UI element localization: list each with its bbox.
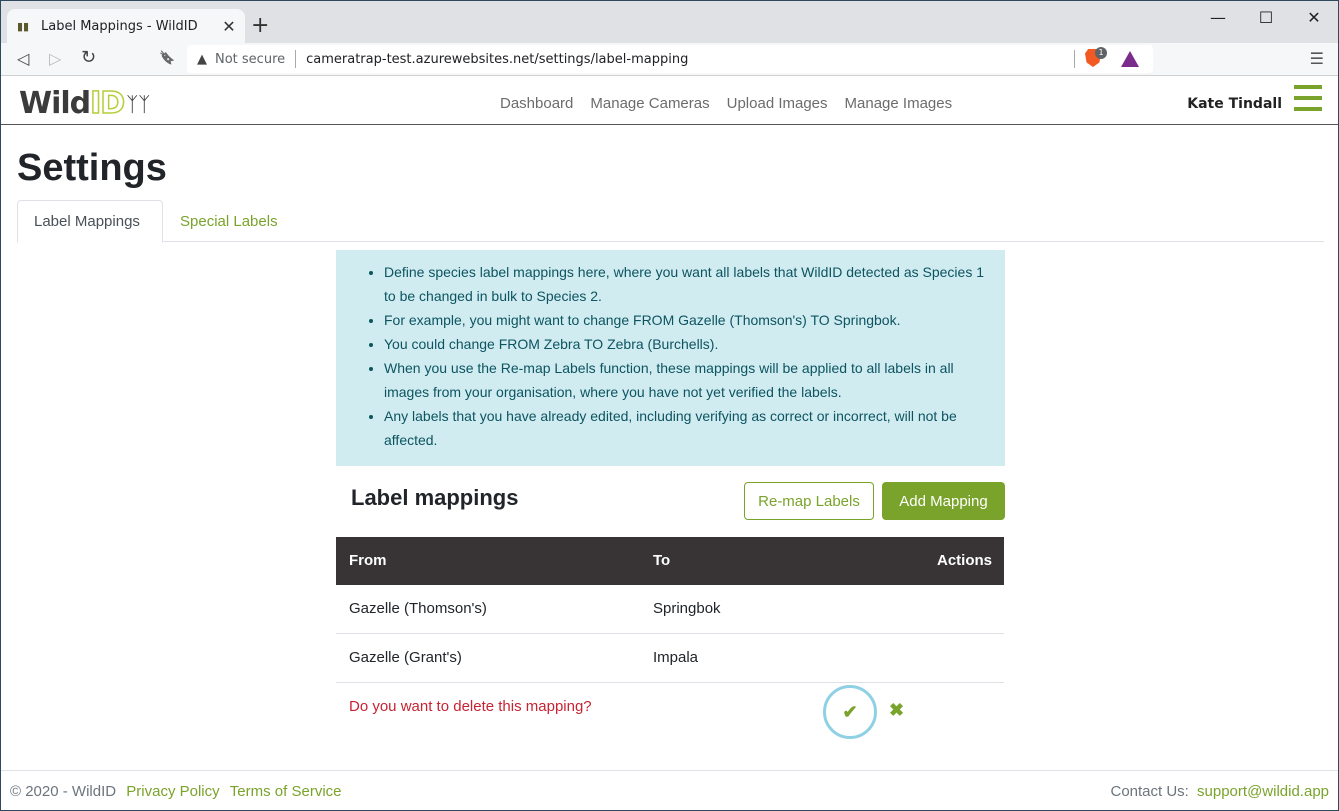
terms-of-service-link[interactable]: Terms of Service bbox=[230, 783, 342, 800]
browser-toolbar: ◁ ▷ ↻ 🔖 ▲ Not secure cameratrap-test.azu… bbox=[1, 43, 1338, 76]
info-item: When you use the Re-map Labels function,… bbox=[384, 356, 995, 404]
delete-confirm-row: Do you want to delete this mapping? ✔ ✖ bbox=[336, 683, 1004, 743]
maximize-button[interactable]: ☐ bbox=[1242, 1, 1290, 33]
omnibox-separator bbox=[295, 50, 297, 68]
site-navbar: Wild ID ᛉᛉ Dashboard Manage Cameras Uplo… bbox=[1, 77, 1338, 125]
contact-label: Contact Us: bbox=[1110, 783, 1189, 800]
hamburger-bar bbox=[1294, 96, 1322, 100]
remap-labels-button[interactable]: Re-map Labels bbox=[744, 482, 874, 520]
support-email-link[interactable]: support@wildid.app bbox=[1197, 783, 1329, 800]
nav-manage-images[interactable]: Manage Images bbox=[845, 95, 953, 112]
user-name[interactable]: Kate Tindall bbox=[1187, 96, 1282, 112]
settings-tabs: Label Mappings Special Labels bbox=[17, 200, 1324, 243]
browser-tab[interactable]: ▮▮ Label Mappings - WildID ✕ bbox=[7, 9, 245, 43]
browser-menu-icon[interactable]: ☰ bbox=[1310, 49, 1324, 68]
header-from: From bbox=[349, 552, 387, 569]
info-alert: Define species label mappings here, wher… bbox=[336, 250, 1005, 466]
confirm-delete-check-icon[interactable]: ✔ bbox=[823, 685, 877, 739]
back-icon[interactable]: ◁ bbox=[17, 49, 29, 68]
logo-wild-text: Wild bbox=[19, 86, 91, 121]
add-mapping-button[interactable]: Add Mapping bbox=[882, 482, 1005, 520]
cell-from: Gazelle (Grant's) bbox=[349, 649, 462, 666]
bookmark-icon[interactable]: 🔖 bbox=[159, 51, 175, 66]
tab-special-labels[interactable]: Special Labels bbox=[164, 200, 294, 242]
brave-rewards-icon[interactable] bbox=[1121, 51, 1139, 67]
privacy-policy-link[interactable]: Privacy Policy bbox=[126, 783, 219, 800]
table-row: Gazelle (Grant's) Impala bbox=[336, 634, 1004, 683]
header-to: To bbox=[653, 552, 671, 569]
table-row: Gazelle (Thomson's) Springbok bbox=[336, 585, 1004, 634]
wildid-logo[interactable]: Wild ID ᛉᛉ bbox=[19, 81, 151, 121]
new-tab-button[interactable]: + bbox=[251, 13, 269, 38]
omnibox-separator bbox=[1074, 50, 1075, 68]
cell-to: Springbok bbox=[653, 600, 721, 617]
reload-icon[interactable]: ↻ bbox=[81, 47, 96, 68]
info-item: You could change FROM Zebra TO Zebra (Bu… bbox=[384, 332, 995, 356]
delete-confirm-text: Do you want to delete this mapping? bbox=[349, 698, 592, 715]
table-header: From To Actions bbox=[336, 537, 1004, 585]
hamburger-bar bbox=[1294, 85, 1322, 89]
nav-dashboard[interactable]: Dashboard bbox=[500, 95, 573, 112]
tab-title: Label Mappings - WildID bbox=[41, 18, 198, 34]
brave-badge-count: 1 bbox=[1095, 47, 1107, 59]
footer-right: Contact Us: support@wildid.app bbox=[1110, 783, 1329, 800]
info-item: For example, you might want to change FR… bbox=[384, 308, 995, 332]
window-close-button[interactable]: ✕ bbox=[1290, 1, 1338, 33]
copyright: © 2020 - WildID bbox=[10, 783, 117, 800]
main-nav: Dashboard Manage Cameras Upload Images M… bbox=[500, 95, 952, 112]
nav-upload-images[interactable]: Upload Images bbox=[727, 95, 828, 112]
url-text[interactable]: cameratrap-test.azurewebsites.net/settin… bbox=[306, 52, 1064, 67]
tab-label-mappings[interactable]: Label Mappings bbox=[17, 200, 163, 243]
header-actions: Actions bbox=[936, 552, 992, 569]
antelope-silhouette-icon: ᛉᛉ bbox=[126, 92, 151, 116]
footer: © 2020 - WildID Privacy Policy Terms of … bbox=[1, 770, 1338, 810]
close-tab-icon[interactable]: ✕ bbox=[219, 17, 239, 36]
page-title: Settings bbox=[17, 147, 167, 189]
cell-from: Gazelle (Thomson's) bbox=[349, 600, 487, 617]
window-controls: — ☐ ✕ bbox=[1194, 1, 1338, 33]
browser-tabstrip: ▮▮ Label Mappings - WildID ✕ + — ☐ ✕ bbox=[1, 1, 1338, 43]
footer-left: © 2020 - WildID Privacy Policy Terms of … bbox=[10, 783, 342, 800]
logo-id-text: ID bbox=[89, 86, 126, 121]
section-title: Label mappings bbox=[351, 485, 519, 510]
cell-to: Impala bbox=[653, 649, 699, 666]
nav-manage-cameras[interactable]: Manage Cameras bbox=[590, 95, 709, 112]
info-item: Any labels that you have already edited,… bbox=[384, 404, 995, 452]
cancel-delete-x-icon[interactable]: ✖ bbox=[889, 700, 904, 721]
forward-icon[interactable]: ▷ bbox=[49, 49, 61, 68]
address-bar[interactable]: ▲ Not secure cameratrap-test.azurewebsit… bbox=[187, 45, 1153, 73]
wildid-favicon-icon: ▮▮ bbox=[17, 19, 30, 33]
hamburger-bar bbox=[1294, 107, 1322, 111]
warning-icon: ▲ bbox=[197, 51, 207, 67]
hamburger-menu-icon[interactable] bbox=[1294, 85, 1322, 111]
info-list: Define species label mappings here, wher… bbox=[384, 260, 995, 452]
info-item: Define species label mappings here, wher… bbox=[384, 260, 995, 308]
brave-shield-icon[interactable]: 1 bbox=[1085, 47, 1107, 69]
minimize-button[interactable]: — bbox=[1194, 1, 1242, 33]
mappings-table: From To Actions Gazelle (Thomson's) Spri… bbox=[336, 537, 1004, 743]
security-label[interactable]: Not secure bbox=[215, 52, 285, 67]
